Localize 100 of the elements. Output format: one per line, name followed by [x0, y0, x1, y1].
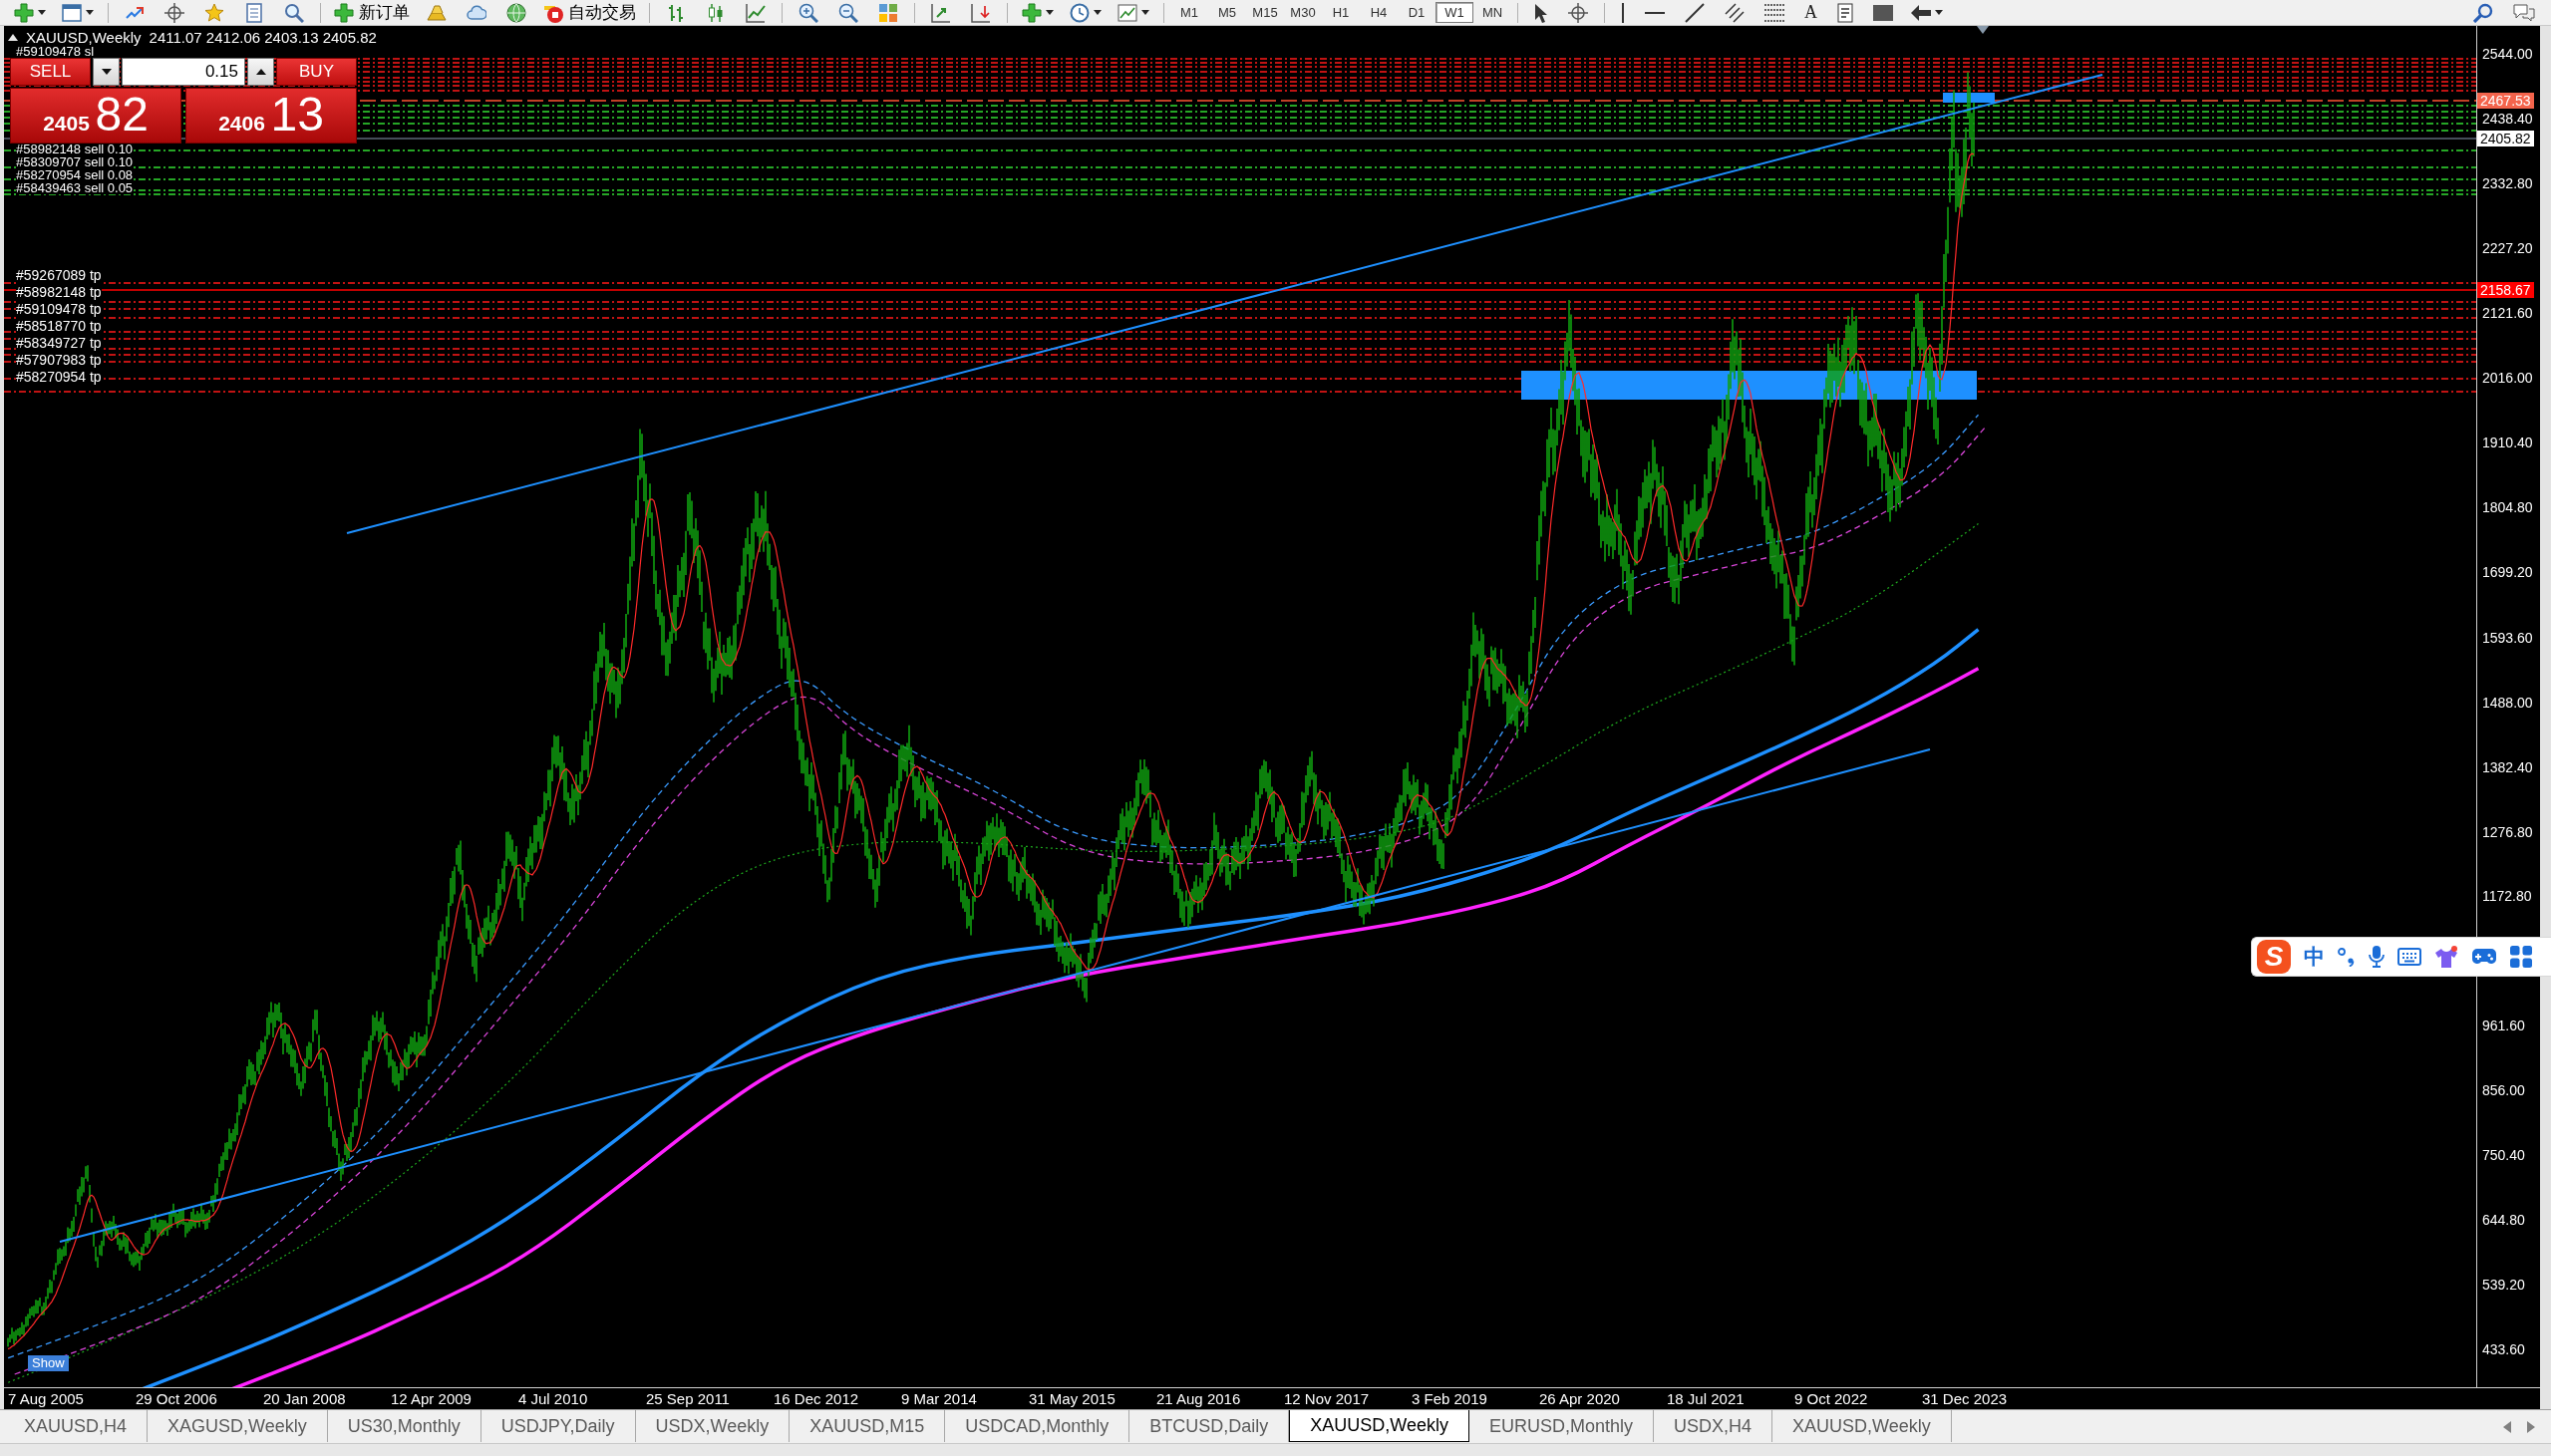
tiles-icon[interactable] [878, 2, 898, 23]
crosshair-icon[interactable] [164, 2, 184, 23]
clock-icon[interactable] [1070, 2, 1090, 23]
line-chart-icon[interactable] [746, 2, 766, 23]
timeframe-button[interactable]: M30 [1284, 2, 1322, 23]
price-label: 1593.60 [2482, 629, 2533, 646]
search-icon[interactable] [2473, 2, 2493, 23]
caret-icon[interactable] [1141, 10, 1149, 15]
timeframe-button[interactable]: M1 [1170, 2, 1208, 23]
channel-icon[interactable] [1725, 2, 1745, 23]
timeframe-button[interactable]: H4 [1360, 2, 1398, 23]
dotted-lines-icon[interactable] [1764, 3, 1784, 22]
date-label: 29 Oct 2006 [136, 1391, 217, 1407]
price-label: 1172.80 [2482, 887, 2532, 904]
cloud-icon[interactable] [467, 2, 486, 23]
date-label: 9 Mar 2014 [901, 1391, 977, 1407]
date-label: 21 Aug 2016 [1156, 1391, 1241, 1407]
rectangle-icon[interactable] [1873, 4, 1893, 21]
date-label: 9 Oct 2022 [1794, 1391, 1868, 1407]
star-icon[interactable] [204, 2, 224, 23]
crosshair-icon[interactable] [1568, 2, 1588, 23]
auto-trading-button[interactable]: 自动交易 [536, 0, 643, 25]
price-label: 2121.60 [2482, 305, 2533, 322]
new-order-button[interactable]: 新订单 [327, 0, 417, 25]
chart-tab[interactable]: USDCAD,Monthly [945, 1410, 1130, 1442]
price-label: 1276.80 [2482, 823, 2533, 840]
vertical-line-icon[interactable] [1621, 2, 1625, 23]
price-label: 856.00 [2482, 1081, 2525, 1098]
price-marker: 2467.53 [2477, 93, 2534, 110]
horizontal-line-icon[interactable] [1645, 10, 1665, 15]
price-marker: 2158.67 [2477, 282, 2534, 299]
price-label: 750.40 [2482, 1146, 2525, 1163]
text-tool-button[interactable]: A [1802, 1, 1819, 24]
chart-tab[interactable]: XAUUSD,Weekly [1289, 1410, 1469, 1442]
timeframe-button[interactable]: MN [1473, 2, 1511, 23]
globe-icon[interactable] [506, 2, 526, 23]
price-label: 1488.00 [2482, 694, 2533, 711]
document-icon[interactable] [244, 2, 264, 23]
chart-tab[interactable]: XAGUSD,Weekly [148, 1410, 328, 1442]
timeframe-button[interactable]: M5 [1208, 2, 1246, 23]
scroll-left-icon[interactable] [2503, 1420, 2511, 1433]
date-label: 12 Apr 2009 [391, 1391, 472, 1407]
plus-icon [334, 2, 354, 23]
price-label: 1910.40 [2482, 435, 2533, 451]
zoom-in-icon[interactable] [798, 2, 818, 23]
date-label: 3 Feb 2019 [1412, 1391, 1487, 1407]
bar-chart-icon[interactable] [666, 2, 686, 23]
grid-icon[interactable] [2510, 946, 2532, 968]
price-label: 2438.40 [2482, 111, 2533, 127]
date-label: 31 Dec 2023 [1922, 1391, 2008, 1407]
timeframe-button[interactable]: H1 [1322, 2, 1360, 23]
candlestick-icon[interactable] [706, 2, 726, 23]
caret-icon[interactable] [1935, 10, 1943, 15]
date-label: 18 Jul 2021 [1667, 1391, 1745, 1407]
window-icon[interactable] [62, 2, 82, 23]
date-label: 26 Apr 2020 [1539, 1391, 1620, 1407]
price-label: 1699.20 [2482, 564, 2533, 581]
caret-icon[interactable] [1094, 10, 1102, 15]
framed-chart-icon[interactable] [1117, 2, 1137, 23]
text-box-icon[interactable] [1837, 2, 1853, 23]
timeframe-button[interactable]: M15 [1246, 2, 1284, 23]
timeframe-button[interactable]: D1 [1398, 2, 1435, 23]
gamepad-icon[interactable] [2471, 948, 2497, 966]
chat-icon[interactable] [2513, 2, 2535, 23]
chart-tab[interactable]: USDX,H4 [1654, 1410, 1773, 1442]
caret-icon[interactable] [86, 10, 94, 15]
trend-line-icon[interactable] [1685, 2, 1705, 23]
cursor-icon[interactable] [1534, 2, 1548, 23]
chart-tab[interactable]: EURUSD,Monthly [1469, 1410, 1655, 1442]
scroll-right-icon[interactable] [2527, 1420, 2535, 1433]
price-label: 2544.00 [2482, 46, 2533, 62]
ingots-icon[interactable] [427, 2, 447, 23]
arrow-icon[interactable] [1911, 4, 1931, 21]
caret-icon[interactable] [1046, 10, 1054, 15]
date-label: 20 Jan 2008 [263, 1391, 346, 1407]
price-label: 1804.80 [2482, 499, 2533, 516]
date-label: 7 Aug 2005 [8, 1391, 84, 1407]
chart-up-arrow-icon[interactable] [931, 2, 951, 23]
date-label: 31 May 2015 [1029, 1391, 1116, 1407]
chart-tab[interactable]: US30,Monthly [327, 1410, 481, 1442]
date-label: 25 Sep 2011 [646, 1391, 730, 1407]
chart-tab[interactable]: XAUUSD,M15 [790, 1410, 946, 1442]
price-label: 2227.20 [2482, 240, 2533, 257]
price-label: 644.80 [2482, 1211, 2525, 1228]
caret-icon[interactable] [38, 10, 46, 15]
chart-tab[interactable]: USDJPY,Daily [480, 1410, 636, 1442]
price-label: 2332.80 [2482, 175, 2533, 192]
price-label: 539.20 [2482, 1277, 2525, 1293]
price-marker: 2405.82 [2477, 131, 2534, 147]
price-label: 2016.00 [2482, 370, 2533, 387]
chart-down-arrow-icon[interactable] [971, 2, 991, 23]
price-label: 961.60 [2482, 1017, 2525, 1033]
zoom-out-icon[interactable] [838, 2, 858, 23]
date-label: 12 Nov 2017 [1284, 1391, 1370, 1407]
chart-tab[interactable]: USDX,Weekly [635, 1410, 791, 1442]
timeframe-button[interactable]: W1 [1435, 2, 1473, 23]
date-label: 4 Jul 2010 [518, 1391, 588, 1407]
chart-tab[interactable]: XAUUSD,Weekly [1772, 1410, 1952, 1442]
chart-tab[interactable]: XAUUSD,H4 [4, 1410, 149, 1442]
magnifier-icon[interactable] [284, 2, 304, 23]
